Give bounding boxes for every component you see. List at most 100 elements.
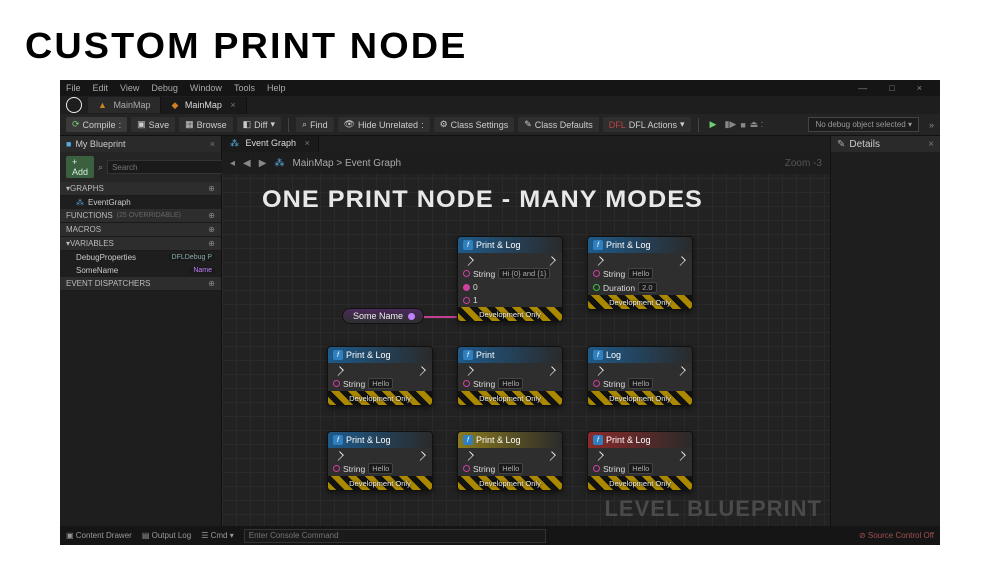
browse-button[interactable]: ▦ Browse: [179, 117, 233, 132]
add-graph-icon[interactable]: ⊕: [208, 184, 215, 193]
exec-out-pin[interactable]: [676, 451, 686, 461]
diff-button[interactable]: ◧ Diff ▾: [237, 117, 281, 132]
play-button[interactable]: ▶: [706, 117, 721, 132]
string-pin[interactable]: [463, 465, 470, 472]
save-button[interactable]: ▣ Save: [131, 117, 175, 132]
node-variable-somename[interactable]: Some Name: [342, 308, 424, 324]
window-close-icon[interactable]: ×: [917, 83, 922, 93]
add-function-icon[interactable]: ⊕: [208, 211, 215, 220]
exec-in-pin[interactable]: [464, 256, 474, 266]
arg1-pin[interactable]: [463, 297, 470, 304]
tab-mainmap-level[interactable]: ▲ MainMap: [88, 97, 161, 113]
exec-out-pin[interactable]: [416, 366, 426, 376]
nav-back2-icon[interactable]: ◀: [243, 158, 251, 169]
output-pin[interactable]: [408, 313, 415, 320]
nav-back-icon[interactable]: ◂: [230, 158, 235, 169]
hide-unrelated-button[interactable]: 👁 Hide Unrelated :: [338, 117, 430, 132]
category-graphs[interactable]: ▾ GRAPHS⊕: [60, 182, 221, 196]
exec-in-pin[interactable]: [334, 451, 344, 461]
exec-out-pin[interactable]: [676, 366, 686, 376]
source-control-status[interactable]: ⊘ Source Control Off: [859, 531, 934, 540]
search-input[interactable]: [107, 160, 227, 174]
label: Hide Unrelated: [358, 120, 418, 130]
exec-out-pin[interactable]: [546, 256, 556, 266]
chevron-right-icon[interactable]: »: [929, 120, 934, 130]
menu-file[interactable]: File: [66, 83, 81, 93]
string-pin[interactable]: [463, 380, 470, 387]
node-print-log-yellow[interactable]: fPrint & Log String Hello Development On…: [457, 431, 563, 491]
cmd-button[interactable]: ☰ Cmd ▾: [201, 531, 234, 540]
exec-in-pin[interactable]: [594, 451, 604, 461]
exec-out-pin[interactable]: [546, 366, 556, 376]
string-pin[interactable]: [333, 465, 340, 472]
menu-window[interactable]: Window: [190, 83, 222, 93]
panel-close-icon[interactable]: ×: [210, 139, 215, 149]
menu-debug[interactable]: Debug: [151, 83, 178, 93]
menu-tools[interactable]: Tools: [234, 83, 255, 93]
string-pin[interactable]: [593, 465, 600, 472]
step-button[interactable]: ▮▶: [724, 119, 736, 130]
node-print-log-blue[interactable]: fPrint & Log String Hello Development On…: [327, 431, 433, 491]
window-minimize-icon[interactable]: —: [858, 83, 867, 93]
graph-tab-eventgraph[interactable]: ⁂ Event Graph ×: [222, 136, 319, 152]
tree-item-eventgraph[interactable]: ⁂ EventGraph: [60, 196, 221, 209]
stop-button[interactable]: ■: [740, 120, 745, 130]
compile-button[interactable]: ⟳ Compile :: [66, 117, 127, 132]
category-variables[interactable]: ▾ VARIABLES⊕: [60, 237, 221, 251]
window-maximize-icon[interactable]: □: [889, 83, 894, 93]
output-log-button[interactable]: ▤ Output Log: [142, 531, 191, 540]
category-macros[interactable]: MACROS⊕: [60, 223, 221, 237]
add-macro-icon[interactable]: ⊕: [208, 225, 215, 234]
category-functions[interactable]: FUNCTIONS (25 OVERRIDABLE) ⊕: [60, 209, 221, 223]
duration-pin[interactable]: [593, 284, 600, 291]
menu-help[interactable]: Help: [267, 83, 286, 93]
exec-out-pin[interactable]: [676, 256, 686, 266]
node-print-log[interactable]: fPrint & Log String Hello Development On…: [327, 346, 433, 406]
function-icon: f: [463, 435, 473, 445]
node-print[interactable]: fPrint String Hello Development Only: [457, 346, 563, 406]
category-event-dispatchers[interactable]: EVENT DISPATCHERS⊕: [60, 277, 221, 291]
find-button[interactable]: ⌕ Find: [296, 117, 334, 132]
console-input[interactable]: [244, 529, 547, 543]
exec-out-pin[interactable]: [416, 451, 426, 461]
string-pin[interactable]: [333, 380, 340, 387]
class-defaults-button[interactable]: ✎ Class Defaults: [518, 117, 599, 132]
add-variable-icon[interactable]: ⊕: [208, 239, 215, 248]
my-blueprint-tab[interactable]: ■ My Blueprint ×: [60, 136, 221, 152]
class-settings-button[interactable]: ⚙ Class Settings: [434, 117, 515, 132]
menu-edit[interactable]: Edit: [93, 83, 109, 93]
nav-forward-icon[interactable]: ▶: [259, 158, 267, 169]
node-print-log-red[interactable]: fPrint & Log String Hello Development On…: [587, 431, 693, 491]
dfl-actions-button[interactable]: DFL DFL Actions ▾: [603, 117, 691, 132]
menu-view[interactable]: View: [120, 83, 139, 93]
details-tab[interactable]: ✎ Details ×: [831, 136, 940, 152]
add-dispatcher-icon[interactable]: ⊕: [208, 279, 215, 288]
exec-in-pin[interactable]: [334, 366, 344, 376]
arg0-pin[interactable]: [463, 284, 470, 291]
tab-mainmap-blueprint[interactable]: ◆ MainMap ×: [161, 97, 246, 114]
event-graph-canvas[interactable]: ⁂ Event Graph × ◂ ◀ ▶ ⁂ MainMap > Event …: [222, 136, 830, 526]
exec-in-pin[interactable]: [464, 451, 474, 461]
debug-object-select[interactable]: No debug object selected ▾: [808, 117, 919, 132]
node-print-log-duration[interactable]: f Print & Log String Hello Duration 2.0 …: [587, 236, 693, 310]
content-drawer-button[interactable]: ▣ Content Drawer: [66, 531, 132, 540]
breadcrumb[interactable]: MainMap > Event Graph: [292, 158, 401, 169]
variable-debugproperties[interactable]: DebugProperties DFLDebug P: [60, 251, 221, 264]
node-title: Print & Log: [606, 240, 651, 250]
exec-in-pin[interactable]: [464, 366, 474, 376]
tab-close-icon[interactable]: ×: [305, 138, 310, 148]
add-button[interactable]: + Add: [66, 156, 94, 178]
tab-close-icon[interactable]: ×: [230, 100, 235, 110]
label: Browse: [197, 120, 227, 130]
node-print-log-format[interactable]: f Print & Log String Hi {0} and {1} 0 1 …: [457, 236, 563, 322]
eject-button[interactable]: ⏏ :: [750, 119, 764, 130]
variable-somename[interactable]: SomeName Name: [60, 264, 221, 277]
string-pin[interactable]: [463, 270, 470, 277]
string-pin[interactable]: [593, 270, 600, 277]
string-pin[interactable]: [593, 380, 600, 387]
exec-in-pin[interactable]: [594, 366, 604, 376]
node-log[interactable]: fLog String Hello Development Only: [587, 346, 693, 406]
exec-in-pin[interactable]: [594, 256, 604, 266]
exec-out-pin[interactable]: [546, 451, 556, 461]
panel-close-icon[interactable]: ×: [928, 139, 934, 150]
